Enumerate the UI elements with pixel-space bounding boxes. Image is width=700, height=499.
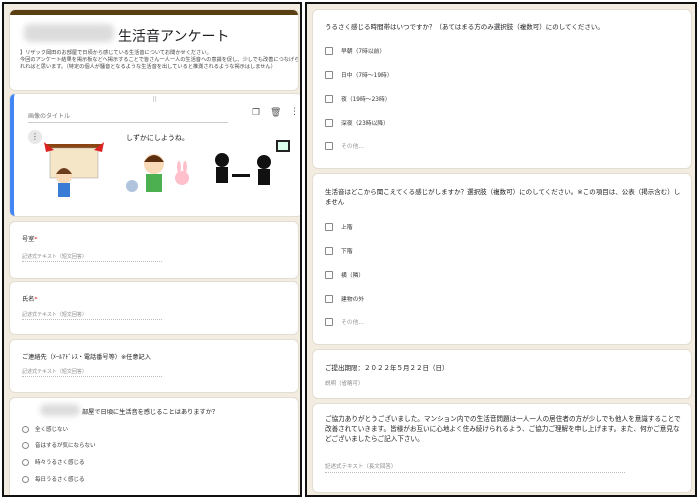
question-card-name[interactable]: 氏名* 記述式テキスト（短文回答） <box>10 282 298 334</box>
checkbox[interactable] <box>325 118 333 127</box>
option-noise-2[interactable]: 時々うるさく感じる <box>22 458 85 466</box>
option-noise-1[interactable]: 音はするが気にならない <box>22 441 96 449</box>
deadline-card[interactable]: ご提出期限：２０２２年５月２２日（日） 説明（省略可） <box>313 350 691 398</box>
answer-hint-contact: 記述式テキスト（短文回答） <box>22 369 87 375</box>
checkbox[interactable] <box>325 222 333 231</box>
option-time-0[interactable]: 早朝（7時以前） <box>325 46 385 55</box>
radio-button[interactable] <box>22 425 29 433</box>
drag-handle-icon[interactable]: ⠿ <box>152 96 157 104</box>
question-card-contact[interactable]: ご連絡先（ﾒｰﾙｱﾄﾞﾚｽ・電話番号等）※任意記入 記述式テキスト（短文回答） <box>10 340 298 392</box>
radio-button[interactable] <box>22 441 29 449</box>
answer-hint-room: 記述式テキスト（短文回答） <box>22 254 87 260</box>
deadline-hint: 説明（省略可） <box>325 381 364 387</box>
image-menu-icon[interactable]: ⋮ <box>28 130 42 144</box>
form-description: 】リザック岡田のお部屋で日頃から感じている生活音についてお聞かせください。 今回… <box>20 50 298 70</box>
checkbox[interactable] <box>325 46 333 55</box>
closing-answer-line <box>325 472 625 473</box>
question-card-time[interactable]: うるさく感じる時間帯はいつですか？（あてはまる方のみ選択肢（複数可）にのしてくだ… <box>313 10 691 168</box>
option-noise-0[interactable]: 全く感じない <box>22 425 68 433</box>
answer-line-room <box>22 261 162 262</box>
option-time-2[interactable]: 夜（19時〜23時） <box>325 94 391 103</box>
question-label-time: うるさく感じる時間帯はいつですか？（あてはまる方のみ選択肢（複数可）にのしてくだ… <box>325 23 604 31</box>
option-time-other[interactable]: その他... <box>325 141 364 150</box>
annoyed-woman-figure <box>44 142 104 197</box>
answer-hint-name: 記述式テキスト（短文回答） <box>22 312 87 318</box>
form-title-card: 生活音アンケート 】リザック岡田のお部屋で日頃から感じている生活音についてお聞か… <box>10 10 298 90</box>
checkbox[interactable] <box>325 294 333 303</box>
image-title-input[interactable]: 画像のタイトル <box>28 109 228 123</box>
option-noise-3[interactable]: 毎日うるさく感じる <box>22 475 85 483</box>
delete-icon[interactable]: 🗑 <box>270 108 281 118</box>
question-card-noise[interactable]: 部屋で日頃に生活音を感じることはありますか？ 全く感じない 音はするが気にならな… <box>10 398 298 495</box>
left-form-panel: 生活音アンケート 】リザック岡田のお部屋で日頃から感じている生活音についてお聞か… <box>2 2 302 497</box>
question-label-room: 号室* <box>22 236 38 243</box>
banner-text: しずかにしようね。 <box>126 133 189 142</box>
title-accent-bar <box>10 10 298 15</box>
image-card[interactable]: ⠿ 画像のタイトル ❐ 🗑 ⋮ ⋮ しずかにしようね。 <box>10 94 300 216</box>
question-label-noise: 部屋で日頃に生活音を感じることはありますか？ <box>82 409 219 416</box>
question-label-name: 氏名* <box>22 296 38 303</box>
question-label-contact: ご連絡先（ﾒｰﾙｱﾄﾞﾚｽ・電話番号等）※任意記入 <box>22 354 151 361</box>
redacted-room-blur <box>40 404 80 416</box>
checkbox[interactable] <box>325 317 333 326</box>
option-time-1[interactable]: 日中（7時〜19時） <box>325 70 393 79</box>
deadline-label: ご提出期限：２０２２年５月２２日（日） <box>325 364 449 372</box>
option-place-other[interactable]: その他... <box>325 317 364 326</box>
more-options-icon[interactable]: ⋮ <box>290 107 299 117</box>
option-place-2[interactable]: 横（隣） <box>325 270 364 279</box>
answer-line-contact <box>22 376 162 377</box>
radio-button[interactable] <box>22 475 29 483</box>
noisy-neighbors-figure <box>215 140 290 185</box>
quiet-please-illustration: しずかにしようね。 <box>44 133 290 197</box>
copy-icon[interactable]: ❐ <box>252 108 260 118</box>
closing-card[interactable]: ご協力ありがとうございました。マンション内での生活音問題は一人一人の居住者の方が… <box>313 404 691 492</box>
question-card-room[interactable]: 号室* 記述式テキスト（短文回答） <box>10 222 298 278</box>
closing-answer-hint: 記述式テキスト（長文回答） <box>325 464 397 470</box>
option-place-3[interactable]: 建物の外 <box>325 294 364 303</box>
checkbox[interactable] <box>325 94 333 103</box>
checkbox[interactable] <box>325 246 333 255</box>
right-form-panel: うるさく感じる時間帯はいつですか？（あてはまる方のみ選択肢（複数可）にのしてくだ… <box>305 2 697 497</box>
question-card-place[interactable]: 生活音はどこから聞こえてくる感じがしますか？選択肢（複数可）にのしてください。※… <box>313 174 691 344</box>
answer-line-name <box>22 319 162 320</box>
quiet-kids-figure <box>126 154 189 192</box>
checkbox[interactable] <box>325 70 333 79</box>
checkbox[interactable] <box>325 270 333 279</box>
form-title: 生活音アンケート <box>118 29 230 45</box>
radio-button[interactable] <box>22 458 29 466</box>
option-place-0[interactable]: 上階 <box>325 222 353 231</box>
redacted-name-blur <box>24 24 114 42</box>
option-place-1[interactable]: 下階 <box>325 246 353 255</box>
option-time-3[interactable]: 深夜（23時以降） <box>325 118 389 127</box>
question-label-place: 生活音はどこから聞こえてくる感じがしますか？選択肢（複数可）にのしてください。※… <box>325 188 681 206</box>
closing-text: ご協力ありがとうございました。マンション内での生活音問題は一人一人の居住者の方が… <box>325 415 681 443</box>
checkbox[interactable] <box>325 141 333 150</box>
